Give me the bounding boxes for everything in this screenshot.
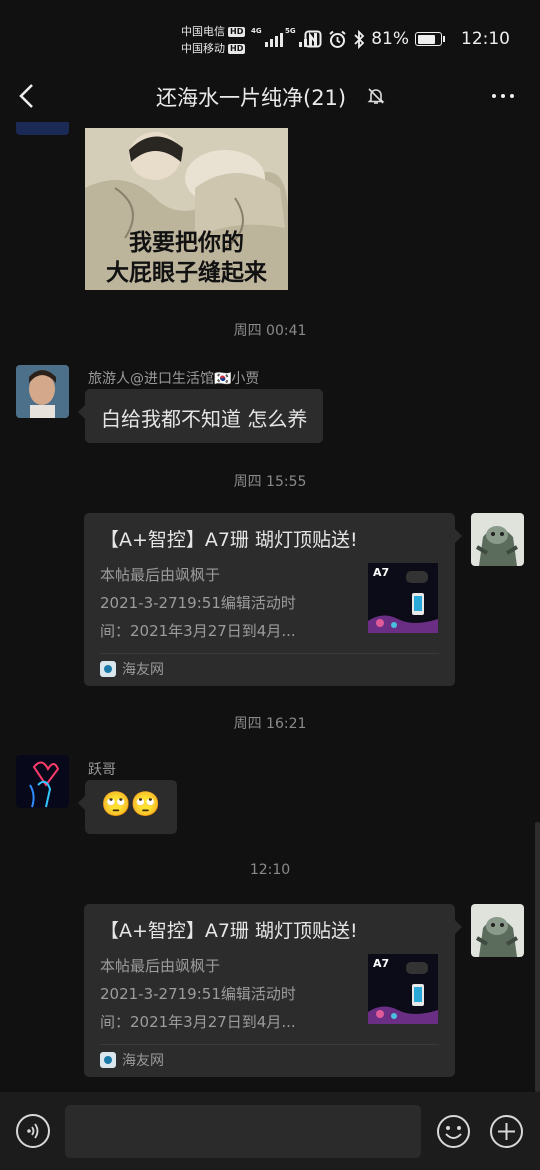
voice-button[interactable] bbox=[16, 1114, 50, 1148]
source-logo-icon bbox=[100, 1052, 116, 1068]
timestamp: 周四 16:21 bbox=[233, 716, 307, 732]
source-logo-icon bbox=[100, 661, 116, 677]
source-name: 海友网 bbox=[122, 1053, 164, 1069]
link-card[interactable]: 【A+智控】A7珊 瑚灯顶贴送! 本帖最后由飒枫于 2021-3-2719:51… bbox=[84, 513, 462, 686]
bell-muted-icon bbox=[367, 88, 385, 104]
signal-icon-1: 4G bbox=[251, 27, 283, 47]
card-description: 本帖最后由飒枫于 2021-3-2719:51编辑活动时 间：2021年3月27… bbox=[100, 561, 340, 645]
input-bar bbox=[0, 1092, 540, 1170]
avatar-xiaojia[interactable] bbox=[16, 365, 69, 418]
card-title: 【A+智控】A7珊 瑚灯顶贴送! bbox=[100, 920, 358, 942]
voice-icon bbox=[27, 1123, 39, 1139]
carrier-info: 中国电信 HD 中国移动 HD bbox=[181, 23, 246, 57]
plus-icon[interactable] bbox=[489, 1114, 524, 1149]
meme-caption-line-1: 我要把你的 bbox=[129, 230, 244, 256]
status-bar: 中国电信 HD 中国移动 HD 4G 5G 81% 12:10 bbox=[0, 0, 540, 80]
thumbnail-label: A7 bbox=[373, 957, 390, 970]
sender-name: 旅游人@进口生活馆🇰🇷小贾 bbox=[88, 371, 260, 387]
battery-icon bbox=[415, 32, 445, 46]
hd-badge-2: HD bbox=[228, 43, 246, 54]
timestamp: 周四 00:41 bbox=[233, 323, 307, 339]
hd-badge-1: HD bbox=[228, 26, 246, 37]
card-thumbnail: A7 bbox=[368, 954, 438, 1024]
network-type-2: 5G bbox=[285, 27, 296, 35]
avatar-yuege[interactable] bbox=[16, 755, 69, 808]
more-dots-icon bbox=[492, 94, 496, 98]
timestamp: 周四 15:55 bbox=[233, 474, 307, 490]
card-description: 本帖最后由飒枫于 2021-3-2719:51编辑活动时 间：2021年3月27… bbox=[100, 952, 340, 1036]
network-type-1: 4G bbox=[251, 27, 262, 35]
card-desc-line: 本帖最后由飒枫于 bbox=[100, 566, 221, 584]
chat-title: 还海水一片纯净(21) bbox=[156, 86, 347, 110]
meme-caption-line-2: 大屁眼子缝起来 bbox=[106, 260, 267, 286]
card-desc-line: 2021-3-2719:51编辑活动时 bbox=[100, 985, 296, 1003]
alarm-icon bbox=[329, 30, 346, 48]
bluetooth-icon bbox=[354, 29, 365, 49]
card-desc-line: 间：2021年3月27日到4月... bbox=[100, 1013, 296, 1031]
status-icons: 81% 12:10 bbox=[304, 29, 510, 49]
message-text: 白给我都不知道 怎么养 bbox=[101, 407, 308, 431]
meme-image[interactable]: 我要把你的 大屁眼子缝起来 bbox=[85, 128, 288, 290]
card-desc-line: 2021-3-2719:51编辑活动时 bbox=[100, 594, 296, 612]
more-options-button[interactable] bbox=[492, 94, 514, 98]
card-source: 海友网 bbox=[100, 1050, 164, 1070]
sender-name: 跃哥 bbox=[88, 762, 116, 778]
source-name: 海友网 bbox=[122, 662, 164, 678]
card-source: 海友网 bbox=[100, 659, 164, 679]
scrollbar[interactable] bbox=[535, 822, 540, 1092]
avatar-self[interactable] bbox=[471, 513, 524, 566]
back-arrow-icon[interactable] bbox=[12, 80, 44, 112]
card-desc-line: 本帖最后由飒枫于 bbox=[100, 957, 221, 975]
card-desc-line: 间：2021年3月27日到4月... bbox=[100, 622, 296, 640]
clock: 12:10 bbox=[461, 29, 510, 49]
card-divider bbox=[100, 1044, 439, 1045]
battery-percent: 81% bbox=[371, 29, 409, 49]
chat-header: 还海水一片纯净(21) bbox=[0, 72, 540, 122]
link-card[interactable]: 【A+智控】A7珊 瑚灯顶贴送! 本帖最后由飒枫于 2021-3-2719:51… bbox=[84, 904, 462, 1077]
timestamp: 12:10 bbox=[249, 862, 291, 878]
card-divider bbox=[100, 653, 439, 654]
card-thumbnail: A7 bbox=[368, 563, 438, 633]
avatar[interactable] bbox=[16, 122, 69, 135]
emoji-icon[interactable] bbox=[436, 1114, 471, 1149]
message-bubble[interactable]: 🙄🙄 bbox=[78, 780, 177, 834]
message-bubble[interactable]: 白给我都不知道 怎么养 bbox=[77, 389, 324, 443]
carrier-1: 中国电信 bbox=[181, 25, 225, 38]
carrier-2: 中国移动 bbox=[181, 42, 225, 55]
message-emoji: 🙄🙄 bbox=[101, 790, 161, 818]
thumbnail-label: A7 bbox=[373, 566, 390, 579]
message-input[interactable] bbox=[65, 1105, 421, 1158]
card-title: 【A+智控】A7珊 瑚灯顶贴送! bbox=[100, 529, 358, 551]
chat-area[interactable]: 我要把你的 大屁眼子缝起来 周四 00:41 旅游人@进口生活馆🇰🇷小贾 白给我… bbox=[0, 122, 540, 1092]
meme-caption: 我要把你的 大屁眼子缝起来 bbox=[85, 228, 288, 288]
nfc-icon bbox=[304, 30, 322, 48]
avatar-self[interactable] bbox=[471, 904, 524, 957]
